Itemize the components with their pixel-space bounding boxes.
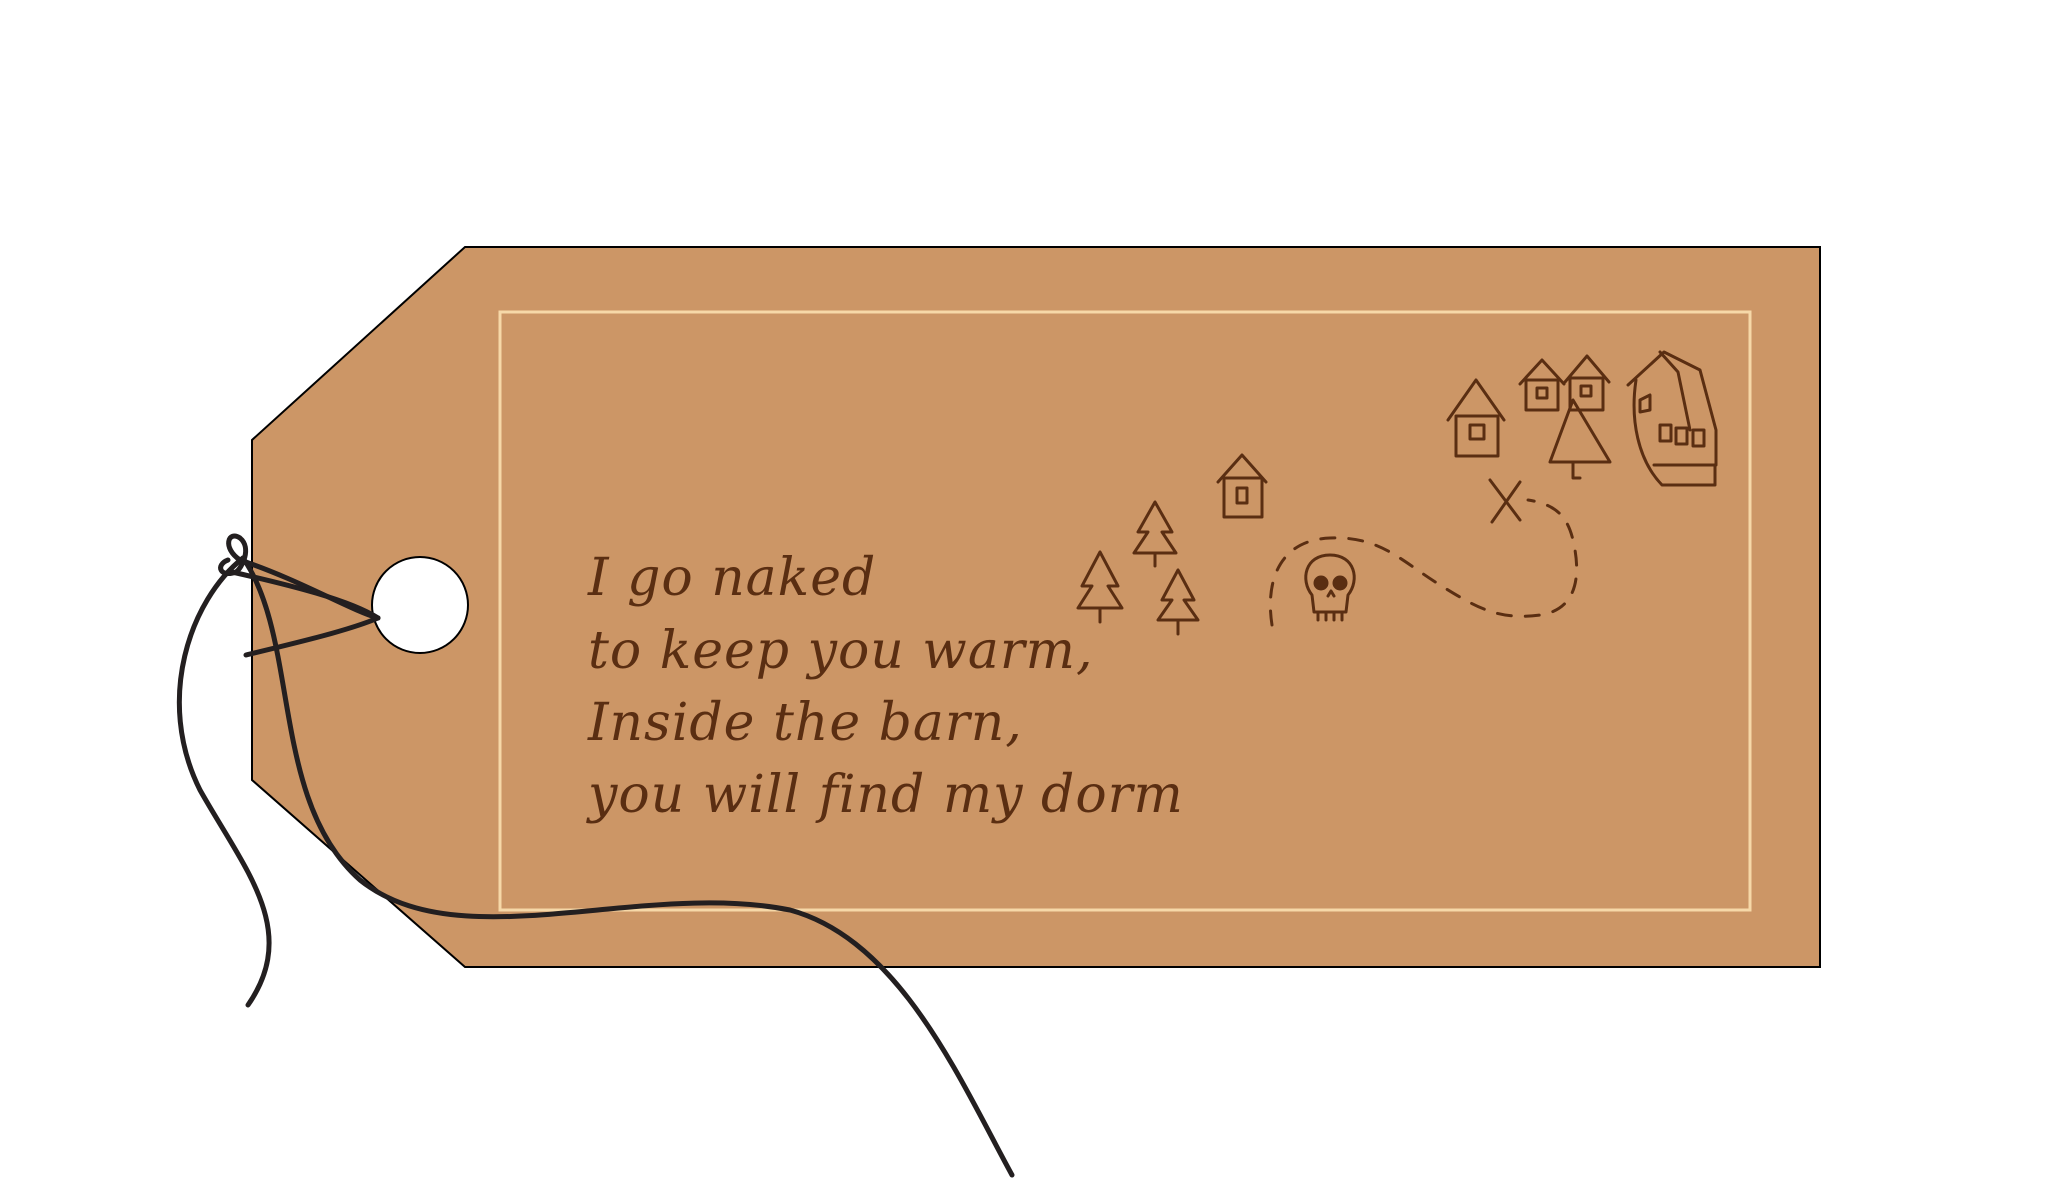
- poem-line-3: Inside the barn,: [587, 693, 1023, 753]
- tag-hole: [371, 556, 469, 654]
- poem-line-4: you will find my dorm: [586, 765, 1184, 825]
- poem-line-2: to keep you warm,: [588, 621, 1094, 681]
- poem-line-1: I go naked: [587, 548, 876, 608]
- tag-body: [251, 246, 1821, 968]
- gift-tag-scene: I go naked to keep you warm, Inside the …: [176, 246, 1821, 1178]
